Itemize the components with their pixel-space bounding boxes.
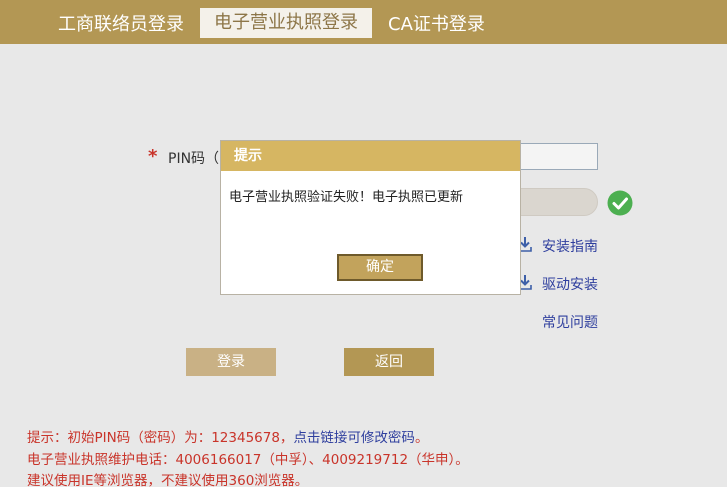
pin-label: PIN码（ xyxy=(168,151,220,167)
login-button[interactable]: 登录 xyxy=(186,348,276,376)
check-icon xyxy=(607,190,633,216)
driver-install-link[interactable]: 驱动安装 xyxy=(542,274,598,294)
required-mark: * xyxy=(148,146,158,167)
dialog-message: 电子营业执照验证失败！电子执照已更新 xyxy=(229,190,464,205)
top-tab-bar: 工商联络员登录 电子营业执照登录 CA证书登录 xyxy=(0,0,727,44)
tab-e-license-login[interactable]: 电子营业执照登录 xyxy=(200,8,372,38)
change-password-link[interactable]: 点击链接可修改密码 xyxy=(293,430,415,446)
notice-pin-text: 提示：初始PIN码（密码）为：12345678， xyxy=(27,430,294,446)
alert-dialog: 提示 电子营业执照验证失败！电子执照已更新 确定 xyxy=(220,140,521,295)
notice-browser-advice: 建议使用IE等浏览器，不建议使用360浏览器。 xyxy=(27,473,309,487)
pin-input[interactable] xyxy=(515,143,598,170)
faq-link[interactable]: 常见问题 xyxy=(542,312,598,332)
dialog-title: 提示 xyxy=(221,141,520,171)
tab-ca-cert-login[interactable]: CA证书登录 xyxy=(374,10,499,40)
dialog-ok-button[interactable]: 确定 xyxy=(337,254,423,281)
notice-pin-default: 提示：初始PIN码（密码）为：12345678，点击链接可修改密码。 xyxy=(27,426,428,446)
notice-pin-suffix: 。 xyxy=(414,430,429,446)
tab-liaison-login[interactable]: 工商联络员登录 xyxy=(44,10,198,40)
back-button[interactable]: 返回 xyxy=(344,348,434,376)
notice-support-phone: 电子营业执照维护电话：4006166017（中孚）、4009219712（华申）… xyxy=(27,452,469,468)
install-guide-link[interactable]: 安装指南 xyxy=(542,236,598,256)
